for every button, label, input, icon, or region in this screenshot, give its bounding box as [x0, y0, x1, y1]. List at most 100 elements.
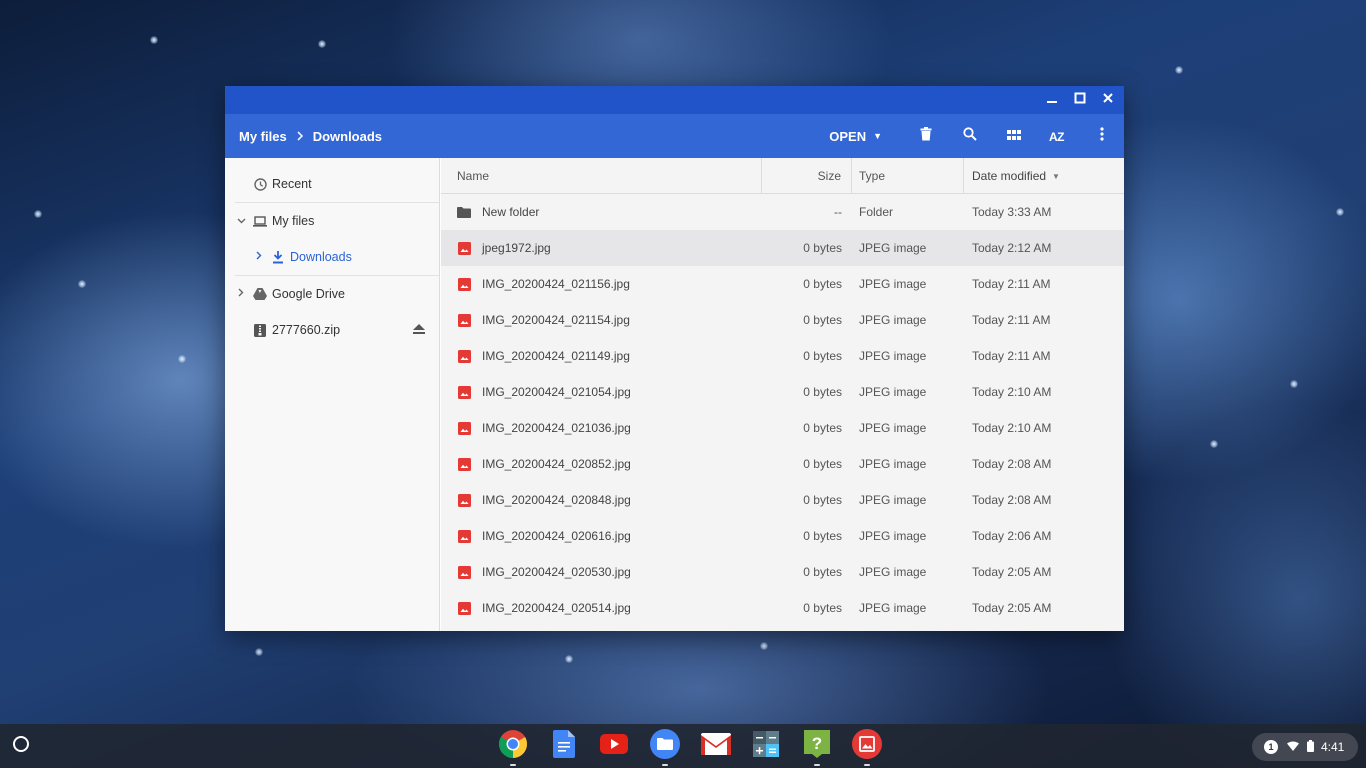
file-date-modified: Today 2:05 AM — [964, 590, 1124, 626]
sidebar-item-downloads[interactable]: Downloads — [225, 239, 439, 275]
file-name: IMG_20200424_020616.jpg — [482, 529, 631, 543]
file-rows: New folder -- Folder Today 3:33 AM jpeg1972.… — [441, 194, 1124, 626]
breadcrumb-my-files[interactable]: My files — [239, 129, 287, 144]
column-header-date-modified[interactable]: Date modified ▼ — [964, 158, 1124, 194]
chevron-right-icon[interactable] — [253, 251, 265, 263]
file-row[interactable]: IMG_20200424_021036.jpg 0 bytes JPEG image… — [441, 410, 1124, 446]
sidebar-item-label: 2777660.zip — [272, 323, 341, 337]
file-name: IMG_20200424_020848.jpg — [482, 493, 631, 507]
file-type-text: JPEG image — [859, 565, 927, 579]
wallpaper-sparkle — [1290, 380, 1298, 388]
breadcrumb-downloads[interactable]: Downloads — [313, 129, 382, 144]
svg-text:?: ? — [812, 734, 822, 753]
breadcrumb: My files Downloads — [239, 114, 382, 158]
file-type: JPEG image — [852, 266, 964, 302]
sidebar-item-my-files[interactable]: My files — [225, 203, 439, 239]
shelf-app-get-help[interactable]: ? — [792, 724, 843, 768]
sidebar-item-recent[interactable]: Recent — [225, 166, 439, 202]
shelf-app-files[interactable] — [640, 724, 691, 768]
file-name: IMG_20200424_021054.jpg — [482, 385, 631, 399]
sidebar-item-zip[interactable]: 2777660.zip — [225, 312, 439, 348]
column-header-type[interactable]: Type — [852, 158, 964, 194]
search-icon — [963, 126, 977, 146]
file-row[interactable]: jpeg1972.jpg 0 bytes JPEG image Today 2:12 … — [441, 230, 1124, 266]
file-name-cell: New folder — [441, 194, 762, 230]
file-date-modified-text: Today 2:08 AM — [972, 457, 1052, 471]
maximize-button[interactable] — [1066, 86, 1094, 114]
window-titlebar[interactable] — [225, 86, 1124, 114]
file-size-text: 0 bytes — [803, 349, 842, 363]
file-type-text: JPEG image — [859, 529, 927, 543]
clock-time: 4:41 — [1321, 740, 1345, 754]
sidebar-item-label: Downloads — [290, 250, 352, 264]
more-options-button[interactable] — [1080, 114, 1124, 158]
file-date-modified-text: Today 2:05 AM — [972, 565, 1052, 579]
file-name-cell: IMG_20200424_021054.jpg — [441, 374, 762, 410]
gallery-icon — [852, 728, 883, 764]
file-row[interactable]: New folder -- Folder Today 3:33 AM — [441, 194, 1124, 230]
file-row[interactable]: IMG_20200424_021054.jpg 0 bytes JPEG image… — [441, 374, 1124, 410]
file-type-text: JPEG image — [859, 601, 927, 615]
image-file-icon — [457, 277, 471, 291]
file-row[interactable]: IMG_20200424_020852.jpg 0 bytes JPEG image… — [441, 446, 1124, 482]
file-row[interactable]: IMG_20200424_020616.jpg 0 bytes JPEG image… — [441, 518, 1124, 554]
shelf-app-chrome[interactable] — [488, 724, 539, 768]
minimize-button[interactable] — [1038, 86, 1066, 114]
file-row[interactable]: IMG_20200424_020514.jpg 0 bytes JPEG image… — [441, 590, 1124, 626]
navigation-sidebar: Recent My files Downloads Google Drive 2… — [225, 158, 440, 631]
grid-view-button[interactable] — [992, 114, 1036, 158]
file-size: 0 bytes — [762, 410, 852, 446]
file-type-text: JPEG image — [859, 313, 927, 327]
file-name-cell: IMG_20200424_020848.jpg — [441, 482, 762, 518]
status-tray[interactable]: 1 4:41 — [1252, 733, 1358, 761]
column-label: Size — [817, 169, 841, 183]
files-app-window: My files Downloads OPEN ▼ AZ Recent My f… — [225, 86, 1124, 631]
maximize-icon — [1074, 91, 1086, 109]
file-date-modified: Today 3:33 AM — [964, 194, 1124, 230]
image-file-icon — [457, 349, 471, 363]
close-button[interactable] — [1094, 86, 1122, 114]
file-type: JPEG image — [852, 590, 964, 626]
column-header-name[interactable]: Name — [441, 158, 762, 194]
image-file-icon — [457, 313, 471, 327]
file-date-modified-text: Today 2:11 AM — [972, 277, 1051, 291]
image-file-icon — [457, 493, 471, 507]
file-name-cell: IMG_20200424_021036.jpg — [441, 410, 762, 446]
image-file-icon — [457, 457, 471, 471]
eject-icon[interactable] — [413, 323, 425, 337]
file-row[interactable]: IMG_20200424_020848.jpg 0 bytes JPEG image… — [441, 482, 1124, 518]
file-row[interactable]: IMG_20200424_021154.jpg 0 bytes JPEG image… — [441, 302, 1124, 338]
sidebar-item-google-drive[interactable]: Google Drive — [225, 276, 439, 312]
file-date-modified-text: Today 2:12 AM — [972, 241, 1052, 255]
shelf-app-youtube[interactable] — [589, 724, 640, 768]
column-header-size[interactable]: Size — [762, 158, 852, 194]
file-date-modified-text: Today 2:05 AM — [972, 601, 1052, 615]
chevron-down-icon[interactable] — [235, 215, 247, 227]
file-size: 0 bytes — [762, 266, 852, 302]
file-name: IMG_20200424_020852.jpg — [482, 457, 631, 471]
shelf-app-calculator[interactable] — [741, 724, 792, 768]
file-name: IMG_20200424_021154.jpg — [482, 313, 630, 327]
delete-button[interactable] — [904, 114, 948, 158]
file-type-text: JPEG image — [859, 493, 927, 507]
image-file-icon — [457, 421, 471, 435]
chevron-right-icon[interactable] — [235, 288, 247, 300]
file-type: JPEG image — [852, 230, 964, 266]
zip-archive-icon — [253, 323, 267, 337]
file-row[interactable]: IMG_20200424_020530.jpg 0 bytes JPEG image… — [441, 554, 1124, 590]
file-name-cell: IMG_20200424_021149.jpg — [441, 338, 762, 374]
running-indicator — [864, 764, 871, 766]
file-date-modified-text: Today 2:06 AM — [972, 529, 1052, 543]
wallpaper-sparkle — [34, 210, 42, 218]
image-file-icon — [457, 601, 471, 615]
sort-button[interactable]: AZ — [1036, 114, 1080, 158]
shelf-app-docs[interactable] — [539, 724, 590, 768]
wallpaper-sparkle — [318, 40, 326, 48]
open-button[interactable]: OPEN ▼ — [821, 114, 890, 158]
shelf-app-gmail[interactable] — [690, 724, 741, 768]
file-row[interactable]: IMG_20200424_021149.jpg 0 bytes JPEG image… — [441, 338, 1124, 374]
file-row[interactable]: IMG_20200424_021156.jpg 0 bytes JPEG image… — [441, 266, 1124, 302]
shelf-app-gallery[interactable] — [842, 724, 893, 768]
launcher-button[interactable] — [8, 733, 34, 759]
search-button[interactable] — [948, 114, 992, 158]
